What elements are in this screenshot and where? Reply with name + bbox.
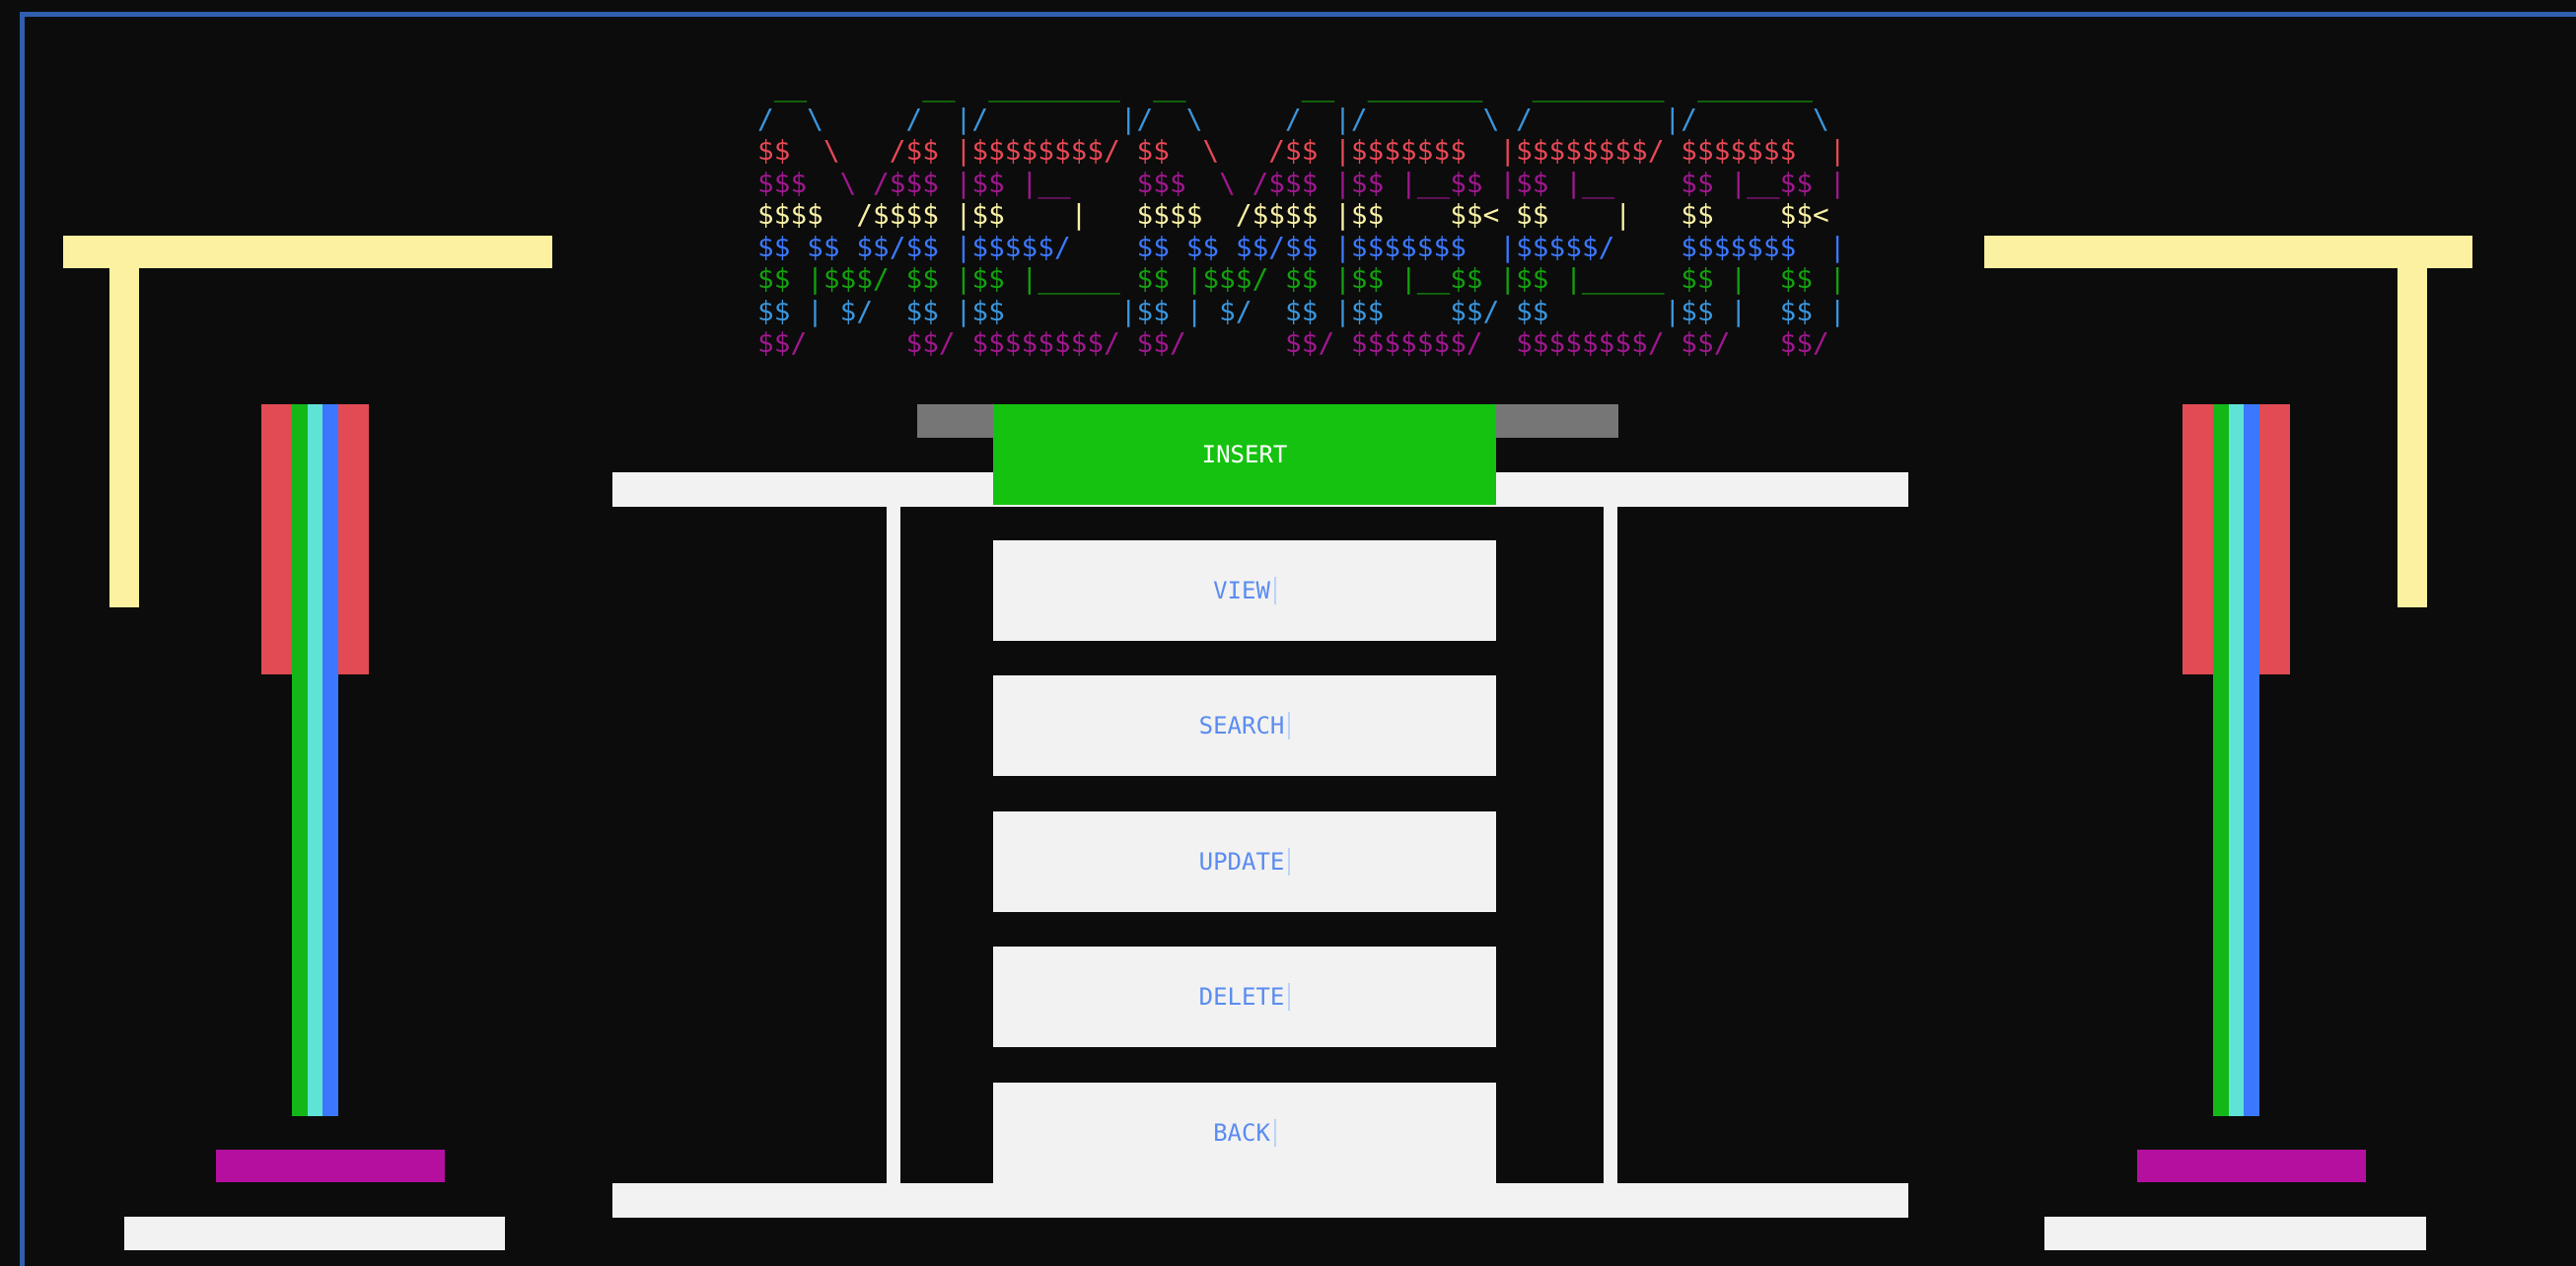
- menu-table-left-leg: [887, 507, 900, 1183]
- banner-line: $$ | $/ $$ |$$ |$$ | $/ $$ |$$ $$/ $$ |$…: [757, 294, 1846, 327]
- delete-button-label: DELETE: [1199, 983, 1291, 1011]
- menu-table-right-leg: [1604, 507, 1617, 1183]
- left-pillar-floor: [124, 1217, 505, 1250]
- left-pillar-blue-stripe: [322, 404, 338, 1116]
- insert-button-label: INSERT: [1201, 441, 1288, 468]
- menu-table-bottom: [612, 1183, 1908, 1218]
- right-lamp-top-bar: [1984, 236, 2472, 268]
- banner-line: $$ $$ $$/$$ |$$$$$/ $$ $$ $$/$$ |$$$$$$$…: [757, 230, 1846, 263]
- view-button-label: VIEW: [1213, 577, 1276, 604]
- banner-line: $$$ \ /$$$ |$$ |__ $$$ \ /$$$ |$$ |__$$ …: [757, 166, 1846, 199]
- right-pillar-blue-stripe: [2244, 404, 2259, 1116]
- banner-line: / \ / |/ |/ \ / |/ \ / |/ \: [757, 102, 1846, 135]
- banner-line: $$/ $$/ $$$$$$$$/ $$/ $$/ $$$$$$$/ $$$$$…: [757, 326, 1846, 359]
- insert-button[interactable]: INSERT: [993, 404, 1496, 505]
- update-button-label: UPDATE: [1199, 848, 1291, 876]
- right-pillar-floor: [2044, 1217, 2426, 1250]
- banner-line: $$ |$$$/ $$ |$$ |_____ $$ |$$$/ $$ |$$ |…: [757, 262, 1846, 295]
- right-pillar-base: [2137, 1150, 2366, 1182]
- left-lamp-top-bar: [63, 236, 552, 268]
- update-button[interactable]: UPDATE: [993, 811, 1496, 912]
- banner-line: $$$$ /$$$$ |$$ | $$$$ /$$$$ |$$ $$< $$ |…: [757, 198, 1846, 231]
- left-pillar-base: [216, 1150, 445, 1182]
- right-pillar-green-stripe: [2213, 404, 2229, 1116]
- ascii-art-banner: __ __ ________ __ __ _______ ________ __…: [757, 70, 1846, 360]
- view-button[interactable]: VIEW: [993, 540, 1496, 641]
- search-button-label: SEARCH: [1199, 712, 1291, 739]
- banner-line: $$ \ /$$ |$$$$$$$$/ $$ \ /$$ |$$$$$$$ |$…: [757, 134, 1846, 167]
- banner-line: __ __ ________ __ __ _______ ________ __…: [757, 70, 1846, 103]
- left-lamp-arm: [109, 268, 139, 607]
- left-pillar-cyan-stripe: [308, 404, 322, 1116]
- search-button[interactable]: SEARCH: [993, 675, 1496, 776]
- right-lamp-arm: [2397, 268, 2427, 607]
- back-button[interactable]: BACK: [993, 1083, 1496, 1183]
- right-pillar-cyan-stripe: [2229, 404, 2244, 1116]
- left-pillar-green-stripe: [292, 404, 308, 1116]
- back-button-label: BACK: [1213, 1119, 1276, 1147]
- delete-button[interactable]: DELETE: [993, 947, 1496, 1047]
